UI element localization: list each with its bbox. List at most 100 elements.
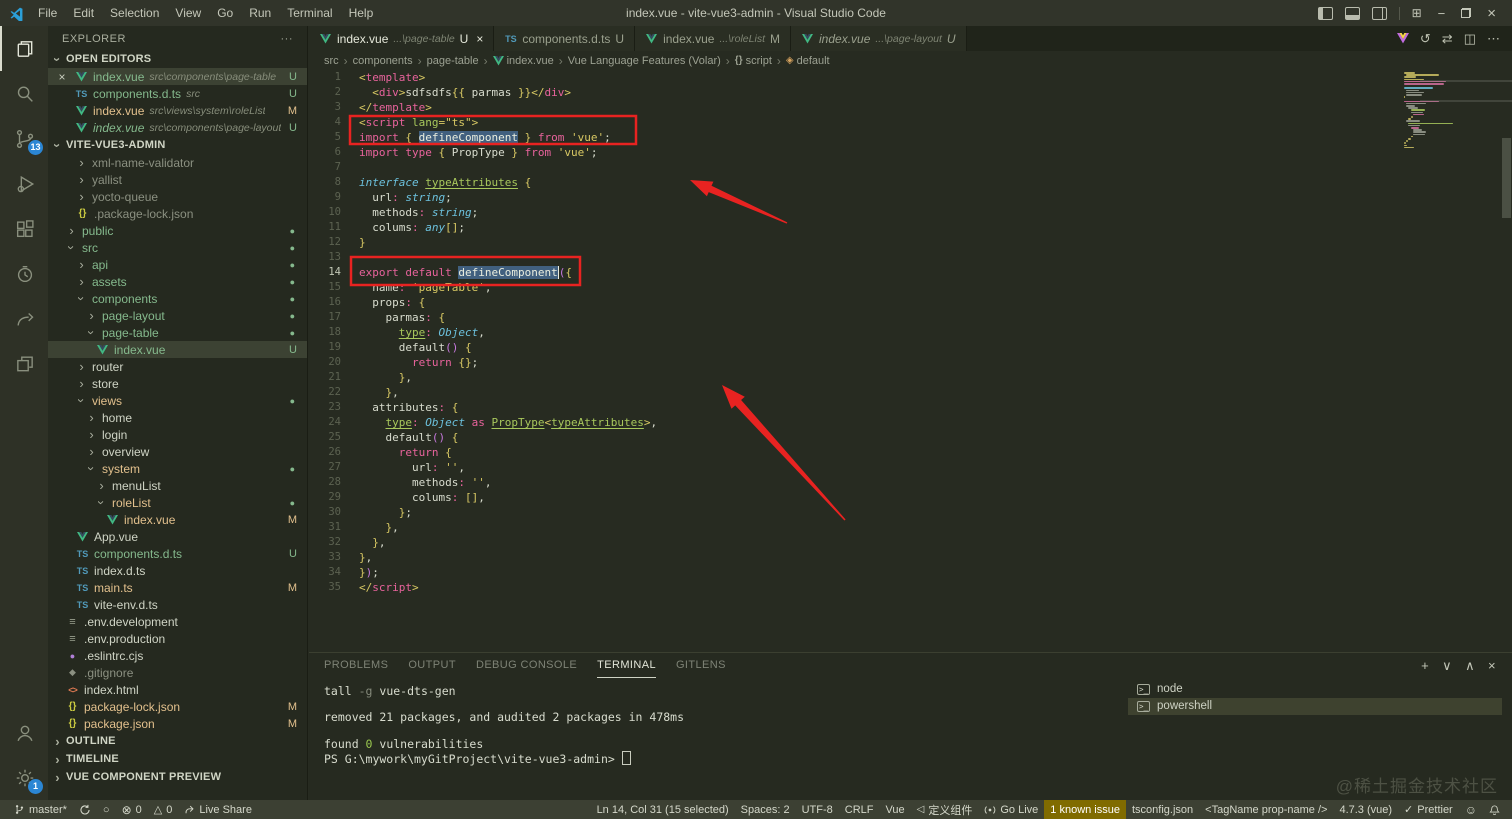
chevron-down-icon[interactable]: ∨	[1442, 658, 1452, 674]
section-vue-component-preview[interactable]: › VUE COMPONENT PREVIEW	[48, 768, 307, 786]
status-item-utf-8[interactable]: UTF-8	[796, 800, 839, 819]
files-icon[interactable]	[0, 26, 48, 71]
volar-preview-icon[interactable]	[1396, 33, 1409, 44]
section-timeline[interactable]: › TIMELINE	[48, 750, 307, 768]
breadcrumb-item[interactable]: {} script	[735, 55, 772, 67]
panel-tab-problems[interactable]: PROBLEMS	[324, 653, 388, 678]
tree-item-page-layout[interactable]: › page-layout ●	[48, 307, 307, 324]
status-item-spaces-2[interactable]: Spaces: 2	[735, 800, 796, 819]
breadcrumb[interactable]: src › components › page-table › index.vue › Vue …	[309, 51, 1512, 70]
status-item-ln-14-col-31-15-selected-[interactable]: Ln 14, Col 31 (15 selected)	[591, 800, 735, 819]
menu-edit[interactable]: Edit	[65, 3, 102, 23]
status-item--tagname-prop-name-[interactable]: <TagName prop-name />	[1199, 800, 1333, 819]
menu-view[interactable]: View	[167, 3, 209, 23]
status-item-0[interactable]: ⊗ 0	[116, 800, 148, 819]
status-item-定义组件[interactable]: ◁ 定义组件	[911, 800, 979, 819]
tree-item-store[interactable]: › store	[48, 375, 307, 392]
tree-item-assets[interactable]: › assets ●	[48, 273, 307, 290]
status-item-crlf[interactable]: CRLF	[839, 800, 880, 819]
close-window-button[interactable]: ×	[1483, 5, 1500, 22]
panel-tab-gitlens[interactable]: GITLENS	[676, 653, 726, 678]
account-icon[interactable]	[0, 710, 48, 755]
source-control-icon[interactable]: 13	[0, 116, 48, 161]
split-editor-icon[interactable]: ◫	[1464, 31, 1476, 47]
tree-item-api[interactable]: › api ●	[48, 256, 307, 273]
plus-icon[interactable]: +	[1421, 658, 1429, 673]
tree-item-roleList[interactable]: › roleList ●	[48, 494, 307, 511]
status-item-prettier[interactable]: ✓ Prettier	[1398, 800, 1459, 819]
tree-item-.env.production[interactable]: ≡ .env.production	[48, 630, 307, 647]
toggle-panel-icon[interactable]	[1344, 6, 1360, 20]
status-item[interactable]	[1483, 800, 1506, 819]
tree-item-overview[interactable]: › overview	[48, 443, 307, 460]
run-debug-icon[interactable]	[0, 161, 48, 206]
status-item-tsconfig-json[interactable]: tsconfig.json	[1126, 800, 1199, 819]
panel-tab-debug-console[interactable]: DEBUG CONSOLE	[476, 653, 577, 678]
tree-item-App.vue[interactable]: App.vue	[48, 528, 307, 545]
tree-item-public[interactable]: › public ●	[48, 222, 307, 239]
menu-terminal[interactable]: Terminal	[279, 3, 340, 23]
settings-gear-icon[interactable]: 1	[0, 755, 48, 800]
project-root-header[interactable]: › VITE-VUE3-ADMIN	[48, 136, 307, 154]
status-item-go-live[interactable]: Go Live	[978, 800, 1044, 819]
restore-button[interactable]	[1461, 8, 1472, 18]
tree-item-components.d.ts[interactable]: TS components.d.ts U	[48, 545, 307, 562]
status-item[interactable]: ○	[97, 800, 116, 819]
menu-go[interactable]: Go	[209, 3, 241, 23]
tree-item-yocto-queue[interactable]: › yocto-queue	[48, 188, 307, 205]
more-actions-icon[interactable]: ⋯	[1487, 31, 1500, 47]
tree-item-vite-env.d.ts[interactable]: TS vite-env.d.ts	[48, 596, 307, 613]
tree-item-index.vue[interactable]: index.vue M	[48, 511, 307, 528]
open-editors-header[interactable]: › OPEN EDITORS	[48, 50, 307, 68]
menu-file[interactable]: File	[30, 3, 65, 23]
status-item-master-[interactable]: master*	[8, 800, 73, 819]
compare-changes-icon[interactable]: ⇄	[1442, 31, 1453, 47]
timeline-history-icon[interactable]: ↺	[1420, 31, 1431, 47]
tree-item-components[interactable]: › components ●	[48, 290, 307, 307]
status-item-1-known-issue[interactable]: 1 known issue	[1044, 800, 1126, 819]
terminal-output[interactable]: tall -g vue-dts-gen removed 21 packages,…	[324, 684, 1120, 796]
breadcrumb-item[interactable]: src	[324, 55, 339, 67]
menu-help[interactable]: Help	[341, 3, 382, 23]
minimap[interactable]	[1404, 72, 1468, 182]
status-item-vue[interactable]: Vue	[879, 800, 910, 819]
panel-tab-terminal[interactable]: TERMINAL	[597, 653, 656, 678]
tree-item-.env.development[interactable]: ≡ .env.development	[48, 613, 307, 630]
code-editor[interactable]: 1 <template> 2 <div>sdfsdfs{{ parmas }}</d…	[309, 70, 1512, 652]
tab-components.d.ts[interactable]: TS components.d.ts U	[494, 26, 636, 51]
close-icon[interactable]: ×	[54, 70, 70, 84]
windows-icon[interactable]	[0, 341, 48, 386]
tree-item-yallist[interactable]: › yallist	[48, 171, 307, 188]
terminal-instance-powershell[interactable]: >_ powershell	[1128, 697, 1502, 715]
status-item-live-share[interactable]: Live Share	[178, 800, 258, 819]
close-icon[interactable]: ×	[1488, 658, 1496, 673]
breadcrumb-item[interactable]: ◈ default	[786, 55, 830, 67]
tree-item-.gitignore[interactable]: ◆ .gitignore	[48, 664, 307, 681]
section-outline[interactable]: › OUTLINE	[48, 732, 307, 750]
tree-item-index.vue[interactable]: index.vue U	[48, 341, 307, 358]
customize-layout-icon[interactable]: ⊞	[1412, 6, 1422, 20]
terminal-instance-node[interactable]: >_ node	[1128, 680, 1502, 698]
status-item-4-7-3-vue-[interactable]: 4.7.3 (vue)	[1333, 800, 1398, 819]
tab-index.vue[interactable]: index.vue ...\page-table U ×	[309, 26, 495, 51]
tree-item-index.html[interactable]: <> index.html	[48, 681, 307, 698]
status-item[interactable]: ☺	[1459, 800, 1483, 819]
tab-index.vue[interactable]: index.vue ...\page-layout U	[791, 26, 967, 51]
minimize-button[interactable]: −	[1434, 6, 1450, 21]
tree-item-xml-name-validator[interactable]: › xml-name-validator	[48, 154, 307, 171]
editor-scrollbar[interactable]	[1502, 138, 1511, 218]
breadcrumb-item[interactable]: page-table	[427, 55, 479, 67]
menu-selection[interactable]: Selection	[102, 3, 167, 23]
open-editor-item[interactable]: × index.vue src\components\page-table U	[48, 68, 307, 85]
tree-item-views[interactable]: › views ●	[48, 392, 307, 409]
tree-item-router[interactable]: › router	[48, 358, 307, 375]
toggle-secondary-sidebar-icon[interactable]	[1371, 6, 1387, 20]
search-icon[interactable]	[0, 71, 48, 116]
tree-item-package-lock.json[interactable]: {} package-lock.json M	[48, 698, 307, 715]
share-icon[interactable]	[0, 296, 48, 341]
menu-run[interactable]: Run	[241, 3, 279, 23]
open-editor-item[interactable]: index.vue src\components\page-layout U	[48, 119, 307, 136]
tab-index.vue[interactable]: index.vue ...\roleList M	[635, 26, 791, 51]
extensions-icon[interactable]	[0, 206, 48, 251]
open-editor-item[interactable]: index.vue src\views\system\roleList M	[48, 102, 307, 119]
